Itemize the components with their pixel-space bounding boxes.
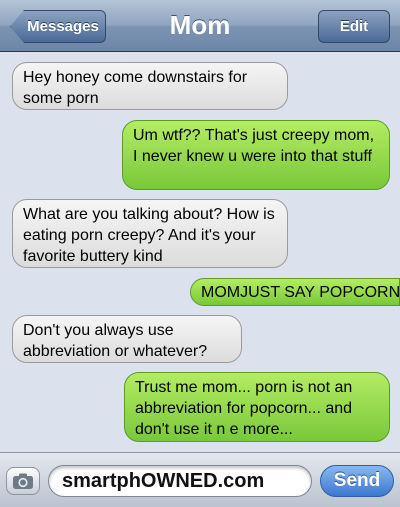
incoming-message-bubble: Don't you always use abbreviation or wha…	[12, 315, 242, 363]
camera-icon	[13, 473, 33, 489]
incoming-message-bubble: What are you talking about? How is eatin…	[12, 199, 288, 268]
message-input[interactable]: smartphOWNED.com	[48, 465, 312, 497]
message-composer-bar: smartphOWNED.com Send	[0, 452, 400, 507]
send-button[interactable]: Send	[320, 465, 394, 497]
incoming-message-bubble: Hey honey come downstairs for some porn	[12, 62, 288, 110]
edit-button[interactable]: Edit	[318, 10, 390, 43]
outgoing-message-bubble: Um wtf?? That's just creepy mom, I never…	[122, 120, 390, 190]
navigation-bar: Messages Mom Edit	[0, 0, 400, 52]
outgoing-message-bubble: MOMJUST SAY POPCORN	[190, 278, 400, 306]
back-to-messages-button[interactable]: Messages	[10, 10, 106, 43]
outgoing-message-bubble: Trust me mom... porn is not an abbreviat…	[124, 372, 390, 442]
camera-button[interactable]	[6, 467, 40, 495]
conversation-title: Mom	[169, 10, 231, 40]
